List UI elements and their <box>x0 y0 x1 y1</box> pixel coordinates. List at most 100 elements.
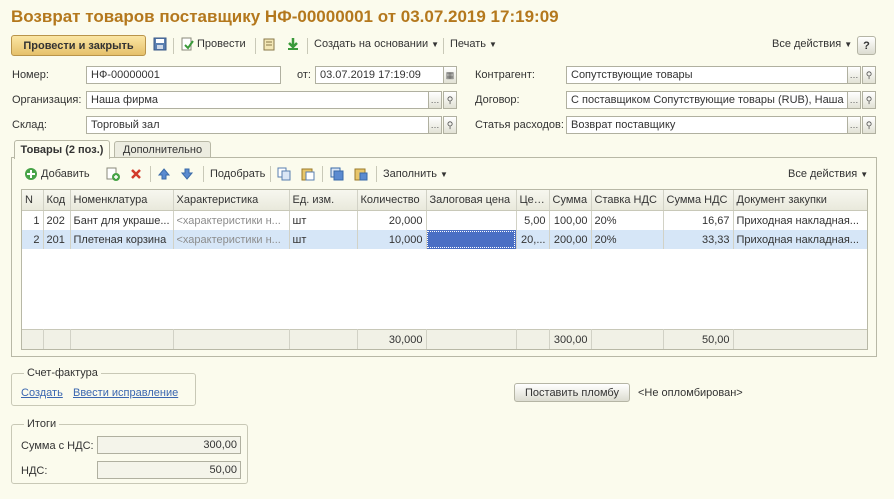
toolbar-separator <box>203 166 204 182</box>
invoice-create-link[interactable]: Создать <box>21 387 63 399</box>
counterparty-field[interactable]: Сопутствующие товары <box>566 66 848 84</box>
column-header[interactable]: Ед. изм. <box>289 190 358 211</box>
contract-open-button[interactable]: ⚲ <box>862 91 876 109</box>
post-button[interactable]: Провести <box>180 37 246 51</box>
expense-item-open-button[interactable]: ⚲ <box>862 116 876 134</box>
journal-icon <box>262 37 276 51</box>
column-header[interactable]: Документ закупки <box>733 190 867 211</box>
cell-quantity[interactable]: 20,000 <box>357 210 427 230</box>
delete-row-button[interactable] <box>129 167 143 181</box>
delete-icon <box>129 167 143 181</box>
contract-field[interactable]: С поставщиком Сопутствующие товары (RUB)… <box>566 91 848 109</box>
cell-item[interactable]: Бант для украше... <box>70 210 174 230</box>
cell-quantity[interactable]: 10,000 <box>357 230 427 249</box>
save-button[interactable] <box>153 37 167 51</box>
organization-select-button[interactable]: … <box>428 91 442 109</box>
move-down-button[interactable] <box>180 167 194 181</box>
search-icon: ⚲ <box>865 119 873 130</box>
cell-vat-rate[interactable]: 20% <box>591 230 664 249</box>
ellipsis-icon: … <box>430 95 440 105</box>
counterparty-open-button[interactable]: ⚲ <box>862 66 876 84</box>
cell-deposit-price-active[interactable] <box>426 230 517 249</box>
fill-rows-button[interactable] <box>354 167 368 181</box>
cell-n[interactable]: 2 <box>22 230 44 249</box>
cell-sum[interactable]: 200,00 <box>549 230 592 249</box>
create-based-on-menu[interactable]: Создать на основании ▼ <box>314 38 439 50</box>
cell-purchase-doc[interactable]: Приходная накладная... <box>733 210 867 230</box>
date-field[interactable]: 03.07.2019 17:19:09 <box>315 66 444 84</box>
tab-additional[interactable]: Дополнительно <box>114 141 211 158</box>
pick-button[interactable]: Подобрать <box>210 168 265 180</box>
cell-sum[interactable]: 100,00 <box>549 210 592 230</box>
warehouse-select-button[interactable]: … <box>428 116 442 134</box>
print-menu[interactable]: Печать ▼ <box>450 38 497 50</box>
cell-code[interactable]: 201 <box>43 230 71 249</box>
cell-characteristic[interactable]: <характеристики н... <box>173 230 290 249</box>
fill-menu[interactable]: Заполнить ▼ <box>383 168 448 180</box>
expense-item-field[interactable]: Возврат поставщику <box>566 116 848 134</box>
copy-row-button[interactable] <box>106 167 120 181</box>
column-header[interactable]: Сумма <box>549 190 592 211</box>
seal-status: <Не опломбирован> <box>638 387 743 399</box>
copy-rows-button[interactable] <box>277 167 291 181</box>
cell-item[interactable]: Плетеная корзина <box>70 230 174 249</box>
warehouse-open-button[interactable]: ⚲ <box>443 116 457 134</box>
dropdown-arrow-icon: ▼ <box>860 169 869 179</box>
calendar-button[interactable]: ▦ <box>443 66 457 84</box>
expense-item-select-button[interactable]: … <box>847 116 861 134</box>
column-header[interactable]: Характеристика <box>173 190 290 211</box>
number-field[interactable]: НФ-00000001 <box>86 66 281 84</box>
cell-price[interactable]: 20,... <box>516 230 550 249</box>
tab-goods[interactable]: Товары (2 поз.) <box>14 140 110 159</box>
sum-with-vat-label: Сумма с НДС: <box>21 440 94 452</box>
cell-vat-rate[interactable]: 20% <box>591 210 664 230</box>
contract-select-button[interactable]: … <box>847 91 861 109</box>
cell-vat-sum[interactable]: 16,67 <box>663 210 734 230</box>
table-header-row: N Код Номенклатура Характеристика Ед. из… <box>22 190 867 211</box>
table-row[interactable]: 1 202 Бант для украше... <характеристики… <box>22 210 867 230</box>
sum-with-vat-field: 300,00 <box>97 436 241 454</box>
structure-button[interactable] <box>286 37 300 51</box>
cell-n[interactable]: 1 <box>22 210 44 230</box>
split-row-button[interactable] <box>330 167 344 181</box>
all-actions-label: Все действия <box>772 38 842 50</box>
dropdown-arrow-icon: ▼ <box>489 39 497 49</box>
document-journal-button[interactable] <box>262 37 276 51</box>
goods-table[interactable]: N Код Номенклатура Характеристика Ед. из… <box>21 189 868 350</box>
post-and-close-button[interactable]: Провести и закрыть <box>11 35 146 56</box>
column-header[interactable]: N <box>22 190 44 211</box>
column-header[interactable]: Цена <box>516 190 550 211</box>
set-seal-button[interactable]: Поставить пломбу <box>514 383 630 402</box>
cell-purchase-doc[interactable]: Приходная накладная... <box>733 230 867 249</box>
total-quantity: 30,000 <box>357 329 427 349</box>
move-up-button[interactable] <box>157 167 171 181</box>
column-header[interactable]: Количество <box>357 190 427 211</box>
invoice-correction-link[interactable]: Ввести исправление <box>73 387 178 399</box>
cell-code[interactable]: 202 <box>43 210 71 230</box>
cell-price[interactable]: 5,00 <box>516 210 550 230</box>
counterparty-label: Контрагент: <box>475 69 535 81</box>
cell-deposit-price[interactable] <box>426 210 517 230</box>
cell-unit[interactable]: шт <box>289 210 358 230</box>
cell-characteristic[interactable]: <характеристики н... <box>173 210 290 230</box>
all-actions-menu[interactable]: Все действия ▼ <box>772 38 852 50</box>
column-header[interactable]: Залоговая цена <box>426 190 517 211</box>
table-row[interactable]: 2 201 Плетеная корзина <характеристики н… <box>22 230 867 249</box>
warehouse-field[interactable]: Торговый зал <box>86 116 429 134</box>
column-header[interactable]: Ставка НДС <box>591 190 664 211</box>
column-header[interactable]: Номенклатура <box>70 190 174 211</box>
column-header[interactable]: Код <box>43 190 71 211</box>
organization-open-button[interactable]: ⚲ <box>443 91 457 109</box>
add-row-button[interactable]: Добавить <box>24 167 90 181</box>
counterparty-select-button[interactable]: … <box>847 66 861 84</box>
toolbar-separator <box>150 166 151 182</box>
column-header[interactable]: Сумма НДС <box>663 190 734 211</box>
help-button[interactable]: ? <box>857 36 876 55</box>
organization-field[interactable]: Наша фирма <box>86 91 429 109</box>
grid-all-actions-menu[interactable]: Все действия ▼ <box>788 168 868 180</box>
cell-unit[interactable]: шт <box>289 230 358 249</box>
paste-rows-button[interactable] <box>301 167 315 181</box>
cell-vat-sum[interactable]: 33,33 <box>663 230 734 249</box>
post-document-icon <box>180 37 194 51</box>
arrow-up-icon <box>157 167 171 181</box>
